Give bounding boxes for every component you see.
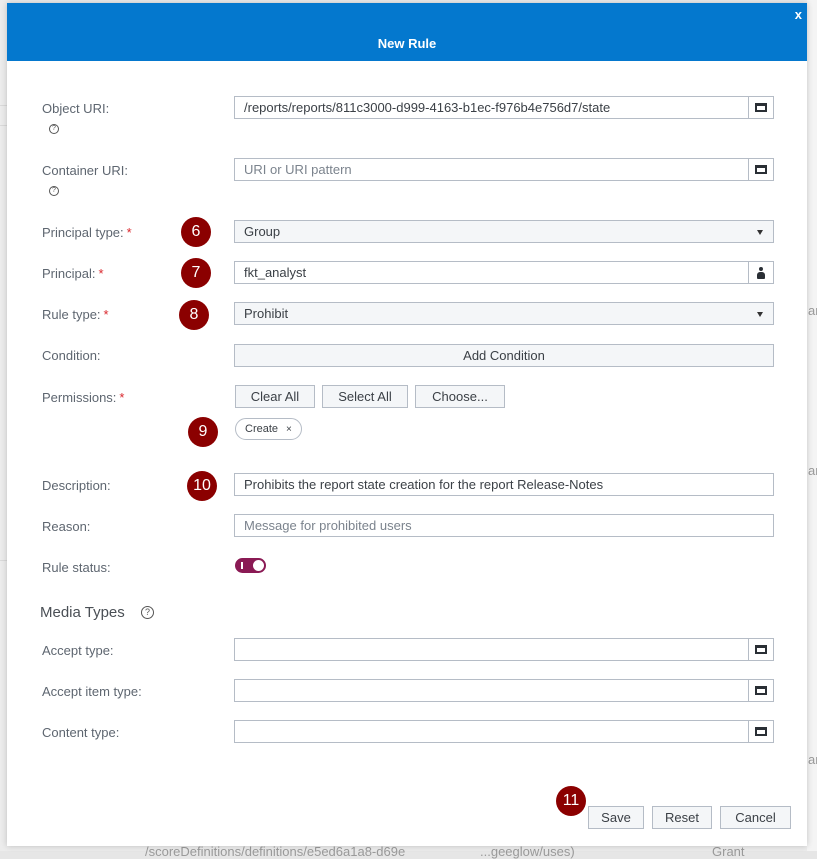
- folder-icon: [755, 165, 767, 174]
- annotation-badge-6: 6: [181, 217, 211, 247]
- container-uri-input[interactable]: URI or URI pattern: [234, 158, 774, 181]
- folder-icon: [755, 103, 767, 112]
- toggle-on-indicator: [241, 562, 243, 569]
- permission-chip-create: Create ×: [235, 418, 302, 440]
- reason-input[interactable]: Message for prohibited users: [234, 514, 774, 537]
- dialog-title: New Rule: [377, 36, 437, 51]
- background-text: ar: [808, 463, 817, 478]
- accept-type-input[interactable]: [234, 638, 774, 661]
- principal-type-select[interactable]: Group: [234, 220, 774, 243]
- container-uri-browse-button[interactable]: [748, 159, 773, 180]
- folder-icon: [755, 686, 767, 695]
- container-uri-label: Container URI:: [42, 163, 128, 178]
- annotation-badge-7: 7: [181, 258, 211, 288]
- container-uri-placeholder: URI or URI pattern: [244, 162, 352, 177]
- description-label: Description:: [42, 478, 111, 493]
- required-marker: *: [119, 390, 125, 405]
- condition-label: Condition:: [42, 348, 101, 363]
- folder-icon: [755, 727, 767, 736]
- background-text: ...geeglow/uses): [480, 844, 575, 859]
- choose-permissions-button[interactable]: Choose...: [415, 385, 505, 408]
- container-uri-help-icon[interactable]: ?: [49, 186, 59, 196]
- principal-value: fkt_analyst: [244, 265, 307, 280]
- rule-type-value: Prohibit: [244, 306, 289, 321]
- accept-item-type-browse-button[interactable]: [748, 680, 773, 701]
- principal-type-label: Principal type: *: [42, 225, 132, 240]
- content-type-input[interactable]: [234, 720, 774, 743]
- accept-item-type-input[interactable]: [234, 679, 774, 702]
- new-rule-dialog: x New Rule Object URI: ? /reports/report…: [7, 3, 807, 846]
- background-divider: [0, 125, 7, 126]
- accept-type-label: Accept type:: [42, 643, 114, 658]
- background-divider: [0, 105, 7, 106]
- close-button[interactable]: x: [795, 8, 802, 22]
- rule-type-label: Rule type: *: [42, 307, 109, 322]
- principal-type-value: Group: [244, 224, 281, 239]
- required-marker: *: [98, 266, 104, 281]
- content-type-browse-button[interactable]: [748, 721, 773, 742]
- background-text: /scoreDefinitions/definitions/e5ed6a1a8-…: [145, 844, 406, 859]
- media-types-help-icon[interactable]: ?: [141, 606, 154, 619]
- clear-all-button[interactable]: Clear All: [235, 385, 315, 408]
- required-marker: *: [126, 225, 132, 240]
- rule-status-toggle[interactable]: [235, 558, 266, 573]
- permission-chip-label: Create: [245, 423, 279, 435]
- remove-chip-icon[interactable]: ×: [286, 424, 292, 435]
- annotation-badge-10: 10: [187, 471, 217, 501]
- background-text: ar: [808, 752, 817, 767]
- description-input[interactable]: Prohibits the report state creation for …: [234, 473, 774, 496]
- dropdown-caret-icon: [757, 312, 763, 317]
- person-icon: [757, 266, 765, 279]
- object-uri-label: Object URI:: [42, 101, 110, 116]
- principal-label: Principal: *: [42, 266, 104, 281]
- object-uri-input[interactable]: /reports/reports/811c3000-d999-4163-b1ec…: [234, 96, 774, 119]
- reason-placeholder: Message for prohibited users: [244, 518, 412, 533]
- annotation-badge-8: 8: [179, 300, 209, 330]
- object-uri-help-icon[interactable]: ?: [49, 124, 59, 134]
- principal-picker-button[interactable]: [748, 262, 773, 283]
- description-value: Prohibits the report state creation for …: [244, 477, 604, 492]
- folder-icon: [755, 645, 767, 654]
- annotation-badge-9: 9: [188, 417, 218, 447]
- accept-item-type-label: Accept item type:: [42, 684, 142, 699]
- reset-button[interactable]: Reset: [652, 806, 712, 829]
- object-uri-value: /reports/reports/811c3000-d999-4163-b1ec…: [244, 100, 611, 115]
- annotation-badge-11: 11: [556, 786, 586, 816]
- reason-label: Reason:: [42, 519, 91, 534]
- required-marker: *: [103, 307, 109, 322]
- background-text: Grant: [712, 844, 745, 859]
- dropdown-caret-icon: [757, 230, 763, 235]
- rule-type-select[interactable]: Prohibit: [234, 302, 774, 325]
- background-divider: [0, 560, 7, 561]
- background-text: ar: [808, 303, 817, 318]
- media-types-heading: Media Types: [40, 604, 125, 621]
- principal-input[interactable]: fkt_analyst: [234, 261, 774, 284]
- cancel-button[interactable]: Cancel: [720, 806, 791, 829]
- add-condition-button[interactable]: Add Condition: [234, 344, 774, 367]
- permissions-label: Permissions: *: [42, 390, 125, 405]
- select-all-button[interactable]: Select All: [322, 385, 408, 408]
- dialog-header: x New Rule: [7, 3, 807, 61]
- accept-type-browse-button[interactable]: [748, 639, 773, 660]
- save-button[interactable]: Save: [588, 806, 644, 829]
- content-type-label: Content type:: [42, 725, 120, 740]
- toggle-knob: [253, 560, 264, 571]
- object-uri-browse-button[interactable]: [748, 97, 773, 118]
- rule-status-label: Rule status:: [42, 560, 111, 575]
- background-right-strip: [807, 0, 817, 851]
